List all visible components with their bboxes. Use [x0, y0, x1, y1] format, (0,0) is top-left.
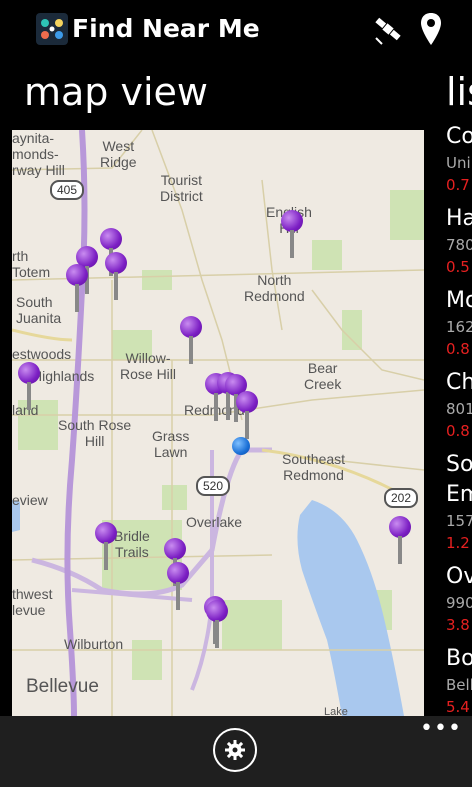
place-pin[interactable]: [105, 252, 127, 302]
map-label: aynita-monds-rway Hill: [12, 130, 65, 178]
map-label: West Ridge: [100, 138, 137, 170]
highway-shield: 202: [384, 488, 419, 508]
pivot-title-map[interactable]: map view: [24, 64, 208, 120]
place-name: Mo: [446, 288, 472, 313]
list-item[interactable]: Ov 990 3.8: [446, 562, 472, 636]
place-distance: 1.2: [446, 534, 470, 552]
place-distance: 0.8: [446, 422, 470, 440]
map-label: Highlands: [32, 368, 95, 384]
place-pin[interactable]: [236, 391, 258, 441]
place-distance: 5.4: [446, 698, 470, 716]
place-address: 157: [446, 512, 472, 530]
place-address: 780: [446, 236, 472, 254]
map-label: rth Totem: [12, 248, 51, 280]
list-item[interactable]: Ch 801 0.8: [446, 368, 472, 442]
place-distance: 0.5: [446, 258, 470, 276]
list-item[interactable]: Ha 780 0.5: [446, 204, 472, 278]
map-label: North Redmond: [244, 272, 305, 304]
place-address: 990: [446, 594, 472, 612]
place-address: Bell: [446, 676, 472, 694]
current-location-dot: [232, 437, 250, 455]
title-bar: Find Near Me: [0, 0, 472, 60]
place-pin[interactable]: [389, 516, 411, 566]
map-label: Willow- Rose Hill: [120, 350, 177, 382]
place-pin[interactable]: [66, 264, 88, 314]
map-label: Bear Creek: [304, 360, 342, 392]
location-pin-icon[interactable]: [420, 12, 442, 50]
gear-icon: [224, 739, 246, 765]
satellite-icon[interactable]: [372, 12, 404, 50]
place-distance: 0.7: [446, 176, 470, 194]
map-label: Lake: [324, 706, 348, 716]
place-name: So: [446, 452, 472, 477]
app-title: Find Near Me: [72, 14, 260, 43]
place-pin[interactable]: [167, 562, 189, 612]
place-pin[interactable]: [18, 362, 40, 412]
place-distance: 0.8: [446, 340, 470, 358]
results-list: Co Uni 0.7 Ha 780 0.5 Mo 162 0.8 Ch 801 …: [446, 122, 472, 716]
place-address: 162: [446, 318, 472, 336]
place-pin[interactable]: [281, 210, 303, 260]
map-label: Bellevue: [26, 676, 99, 697]
map-label: thwest levue: [12, 586, 53, 618]
map-label: Southeast Redmond: [282, 451, 346, 483]
map-label: Tourist District: [160, 172, 203, 204]
map-label: Bridle Trails: [114, 528, 150, 560]
list-item[interactable]: So Em 157 1.2: [446, 450, 472, 554]
list-item[interactable]: Mo 162 0.8: [446, 286, 472, 360]
app-logo-icon: [36, 13, 68, 45]
map-label: Wilburton: [64, 636, 124, 652]
place-name: Ch: [446, 370, 472, 395]
place-name: Co: [446, 124, 472, 149]
highway-shield: 520: [196, 476, 231, 496]
map-label: eview: [12, 492, 48, 508]
place-address: Uni: [446, 154, 471, 172]
map-label: estwoods: [12, 346, 72, 362]
place-name: Ha: [446, 206, 472, 231]
place-address: 801: [446, 400, 472, 418]
place-name: Ov: [446, 564, 472, 589]
place-pin[interactable]: [206, 600, 228, 650]
place-name: Bo: [446, 646, 472, 671]
place-distance: 3.8: [446, 616, 470, 634]
map-label: South Rose Hill: [58, 417, 132, 449]
map-label: Grass Lawn: [152, 428, 190, 460]
map-view[interactable]: aynita-monds-rway Hill West Ridge Tourist…: [12, 130, 424, 716]
settings-button[interactable]: [213, 728, 257, 772]
place-pin[interactable]: [180, 316, 202, 366]
highway-shield: 405: [50, 180, 85, 200]
map-label: South Juanita: [16, 294, 62, 326]
map-label: Overlake: [186, 514, 243, 530]
more-options-button[interactable]: •••: [420, 718, 462, 740]
place-pin[interactable]: [95, 522, 117, 572]
list-item[interactable]: Co Uni 0.7: [446, 122, 472, 196]
place-name-line2: Em: [446, 482, 472, 507]
pivot-title-list[interactable]: lis: [446, 64, 472, 120]
list-item[interactable]: Bo Bell 5.4: [446, 644, 472, 716]
